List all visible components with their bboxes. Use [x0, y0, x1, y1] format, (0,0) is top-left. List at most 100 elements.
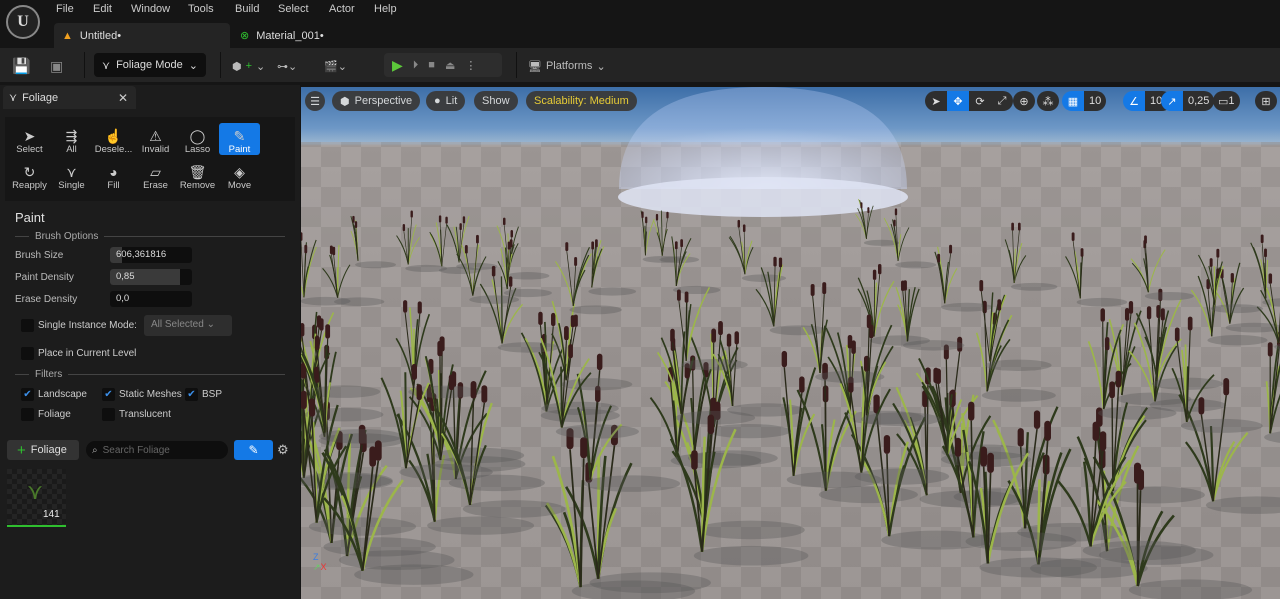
- add-actor-button[interactable]: ⬢ + ⌄: [232, 55, 265, 77]
- tool-icon: ⚠: [149, 128, 162, 144]
- play-controls: ▶ ⏵ ■ ⏏ ⋮: [384, 53, 502, 77]
- tool-desele[interactable]: ☝ Desele...: [93, 123, 134, 155]
- eject-icon[interactable]: ⏏: [445, 59, 455, 72]
- tool-icon: ↻: [23, 164, 36, 180]
- rotate-icon[interactable]: ⟳: [969, 91, 991, 111]
- tool-remove[interactable]: 🗑 Remove: [177, 159, 218, 191]
- tab-untitled[interactable]: ▲ Untitled•: [54, 23, 230, 48]
- platforms-button[interactable]: 🖥 Platforms ⌄: [528, 55, 606, 77]
- tool-invalid[interactable]: ⚠ Invalid: [135, 123, 176, 155]
- filter-foliage[interactable]: Foliage: [21, 408, 71, 421]
- erase-density-label: Erase Density: [15, 294, 78, 305]
- save-icon[interactable]: 💾: [12, 55, 31, 77]
- close-icon[interactable]: ✕: [118, 91, 128, 105]
- brush-size-field[interactable]: 606,361816: [110, 247, 192, 263]
- tool-icon: ◯: [189, 128, 206, 144]
- viewport-menu-icon[interactable]: ☰: [305, 91, 325, 111]
- tool-icon: ▱: [150, 164, 161, 180]
- menu-tools[interactable]: Tools: [188, 3, 214, 15]
- scene: [301, 87, 1280, 599]
- filter-translucent[interactable]: Translucent: [102, 408, 171, 421]
- foliage-icon: ⋎: [9, 92, 18, 104]
- tool-lasso[interactable]: ◯ Lasso: [177, 123, 218, 155]
- browse-icon[interactable]: ▣: [50, 55, 63, 77]
- unreal-logo[interactable]: U: [6, 5, 40, 39]
- tool-icon: ➤: [23, 128, 36, 144]
- gear-icon[interactable]: ⚙: [277, 442, 289, 458]
- surface-snap-icon[interactable]: ⁂: [1037, 91, 1059, 111]
- single-instance-checkbox[interactable]: Single Instance Mode:: [21, 319, 137, 332]
- paint-density-field[interactable]: 0,85: [110, 269, 192, 285]
- perspective-button[interactable]: ⬢ Perspective: [332, 91, 421, 111]
- scale-snap-icon[interactable]: ↗: [1161, 91, 1183, 111]
- lit-icon: ●: [434, 95, 441, 107]
- menu-build[interactable]: Build: [235, 3, 259, 15]
- level-icon: ▲: [62, 29, 73, 42]
- move-icon[interactable]: ✥: [947, 91, 969, 111]
- tool-erase[interactable]: ▱ Erase: [135, 159, 176, 191]
- filter-static-meshes[interactable]: ✔ Static Meshes: [102, 388, 182, 401]
- tab-material[interactable]: ⊗ Material_001•: [232, 23, 332, 48]
- single-instance-dropdown[interactable]: All Selected ⌄: [144, 315, 232, 336]
- search-foliage-input[interactable]: ⌕ Search Foliage: [86, 441, 228, 459]
- place-current-level-checkbox[interactable]: Place in Current Level: [21, 347, 136, 360]
- filter-landscape[interactable]: ✔ Landscape: [21, 388, 87, 401]
- mode-selector[interactable]: ⋎ Foliage Mode ⌄: [94, 53, 206, 77]
- play-icon[interactable]: ▶: [392, 57, 403, 74]
- chevron-down-icon: ⌄: [188, 59, 198, 72]
- tool-all[interactable]: ⇶ All: [51, 123, 92, 155]
- menu-select[interactable]: Select: [278, 3, 309, 15]
- scale-snap-value[interactable]: 0,25: [1183, 91, 1215, 111]
- brush-dome: [619, 87, 907, 189]
- grid-snap-value[interactable]: 10: [1084, 91, 1107, 111]
- tool-icon: ⇶: [65, 128, 78, 144]
- tool-icon: ☝: [104, 128, 123, 144]
- menu-help[interactable]: Help: [374, 3, 397, 15]
- section-title: Paint: [15, 210, 45, 225]
- foliage-icon: ⋎: [102, 59, 111, 72]
- layout-icon[interactable]: ⊞: [1255, 91, 1277, 111]
- tool-move[interactable]: ◈ Move: [219, 159, 260, 191]
- cinematics-button[interactable]: 🎬⌄: [324, 55, 347, 77]
- stop-icon[interactable]: ■: [428, 59, 435, 71]
- tool-select[interactable]: ➤ Select: [9, 123, 50, 155]
- world-icon[interactable]: ⊕: [1013, 91, 1035, 111]
- lit-button[interactable]: ● Lit: [426, 91, 466, 111]
- tool-grid: ➤ Select ⇶ All ☝ Desele... ⚠ Invalid ◯ Lasso ✎ Pain…: [5, 117, 295, 201]
- step-icon[interactable]: ⏵: [413, 59, 419, 72]
- grid-snap-icon[interactable]: ▦: [1062, 91, 1084, 111]
- erase-density-field[interactable]: 0,0: [110, 291, 192, 307]
- paint-density-label: Paint Density: [15, 272, 74, 283]
- show-button[interactable]: Show: [474, 91, 518, 111]
- level-viewport[interactable]: ☰ ⬢ Perspective ● Lit Show Scalability: Me…: [301, 87, 1280, 599]
- more-icon[interactable]: ⋮: [465, 59, 476, 72]
- tool-single[interactable]: ⋎ Single: [51, 159, 92, 191]
- filter-bsp[interactable]: ✔ BSP: [185, 388, 222, 401]
- tool-icon: ◈: [234, 164, 245, 180]
- tool-reapply[interactable]: ↻ Reapply: [9, 159, 50, 191]
- menu-actor[interactable]: Actor: [329, 3, 355, 15]
- blueprint-button[interactable]: ⊶⌄: [277, 55, 297, 77]
- rotation-snap-icon[interactable]: ∠: [1123, 91, 1145, 111]
- tool-icon: ✎: [233, 128, 246, 144]
- select-icon[interactable]: ➤: [925, 91, 947, 111]
- tool-paint[interactable]: ✎ Paint: [219, 123, 260, 155]
- platforms-icon: 🖥: [528, 60, 542, 73]
- menu-window[interactable]: Window: [131, 3, 170, 15]
- tool-icon: 🗑: [188, 164, 207, 180]
- camera-speed-icon[interactable]: ▭ 1: [1213, 91, 1240, 111]
- scale-icon[interactable]: ⤢: [991, 91, 1013, 111]
- tool-fill[interactable]: ◕ Fill: [93, 159, 134, 191]
- material-icon: ⊗: [240, 30, 250, 42]
- foliage-type-thumbnail[interactable]: 141 ⋎: [7, 469, 66, 527]
- paint-filter-button[interactable]: ✎: [234, 440, 273, 460]
- add-foliage-button[interactable]: + Foliage: [7, 440, 79, 460]
- brush-options-header[interactable]: Brush Options: [35, 231, 98, 242]
- menu-file[interactable]: File: [56, 3, 74, 15]
- foliage-tab[interactable]: ⋎ Foliage: [3, 86, 136, 109]
- scalability-warning[interactable]: Scalability: Medium: [526, 91, 637, 111]
- filters-header[interactable]: Filters: [35, 369, 62, 380]
- brush-size-label: Brush Size: [15, 250, 64, 261]
- tool-icon: ⋎: [66, 164, 77, 180]
- menu-edit[interactable]: Edit: [93, 3, 112, 15]
